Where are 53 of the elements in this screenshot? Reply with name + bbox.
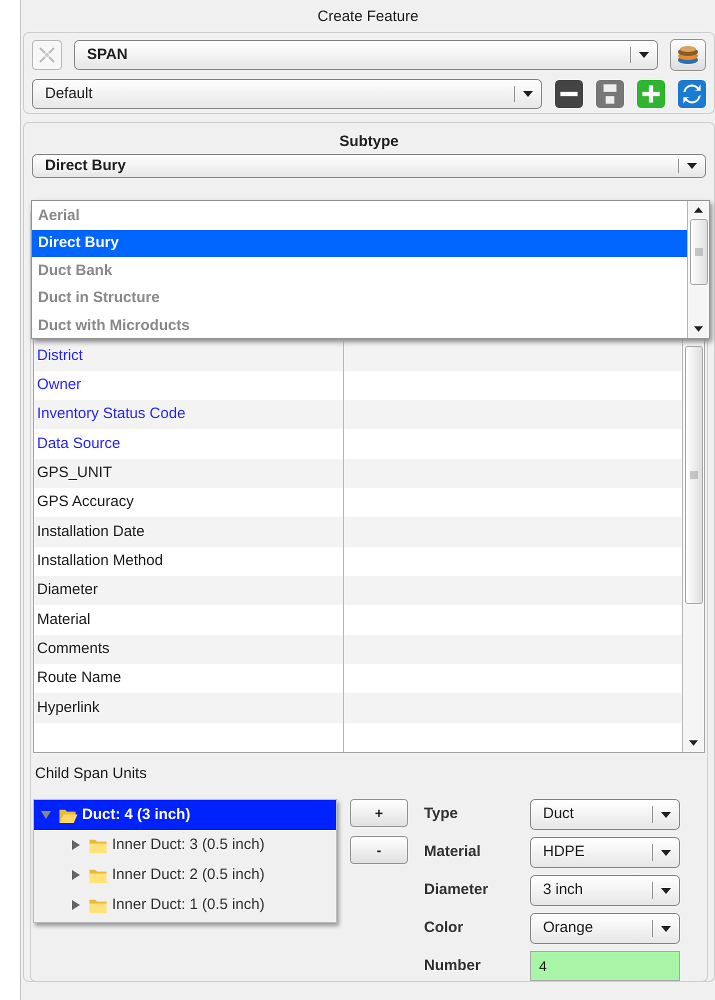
field-dropdown[interactable]: HDPE [530,837,680,868]
dropdown-caret-icon [685,162,699,169]
attribute-name: Route Name [37,668,122,688]
field-label: Number [424,956,482,976]
attribute-name: GPS Accuracy [37,492,134,512]
feature-class-dropdown[interactable]: SPAN [74,40,658,70]
subtype-dropdown[interactable]: Direct Bury [32,154,706,178]
field-label: Type [424,804,459,824]
scrollbar-thumb[interactable] [690,219,708,285]
dropdown-caret-icon [637,52,651,58]
section-label: Child Span Units [35,764,148,784]
template-dropdown[interactable]: Default [32,79,542,109]
scroll-up-arrow-icon[interactable] [694,207,703,213]
tree-edit-button[interactable]: + [350,799,408,827]
attribute-name: Diameter [37,580,98,600]
attribute-name: Installation Method [37,551,163,572]
field-dropdown[interactable]: Duct [530,799,680,830]
dropdown-caret-icon [659,850,673,856]
field-dropdown[interactable]: Orange [530,913,680,944]
section-heading: Subtype [338,132,400,152]
tree-item[interactable]: Inner Duct: 1 (0.5 inch) [34,890,336,920]
refresh-icon[interactable] [678,80,706,108]
scroll-down-arrow-icon[interactable] [689,740,698,746]
subtype-option[interactable]: Direct Bury [32,230,687,257]
tree-edit-button[interactable]: - [350,836,408,864]
save-icon[interactable] [596,80,624,108]
attribute-name: Owner [37,374,82,395]
scrollbar-thumb[interactable] [684,346,702,604]
panel-title: Create Feature [316,7,420,27]
tree-item[interactable]: Inner Duct: 2 (0.5 inch) [34,860,336,890]
attribute-name: Inventory Status Code [37,404,186,424]
dropdown-caret-icon [659,888,673,894]
field-label: Diameter [424,880,490,900]
number-field[interactable]: 4 [530,951,680,981]
field-label: Material [424,842,482,862]
field-dropdown[interactable]: 3 inch [530,875,680,906]
scroll-down-arrow-icon[interactable] [694,326,703,332]
add-icon[interactable] [637,80,665,108]
attribute-name: Comments [37,639,110,660]
tree-item[interactable]: Duct: 4 (3 inch) [34,800,336,830]
attribute-name: Data Source [37,434,120,454]
attribute-name: Material [37,610,90,630]
dropdown-caret-icon [659,926,673,932]
attribute-name: Hyperlink [37,698,100,718]
attribute-name: GPS_UNIT [37,463,112,483]
dropdown-caret-icon [659,812,673,818]
field-label: Color [424,918,464,938]
dropdown-caret-icon [521,91,535,97]
layers-icon[interactable] [670,39,706,71]
tree-item[interactable]: Inner Duct: 3 (0.5 inch) [34,830,336,860]
remove-icon[interactable] [555,80,583,108]
attribute-name: District [37,346,83,366]
attribute-name: Installation Date [37,522,145,542]
